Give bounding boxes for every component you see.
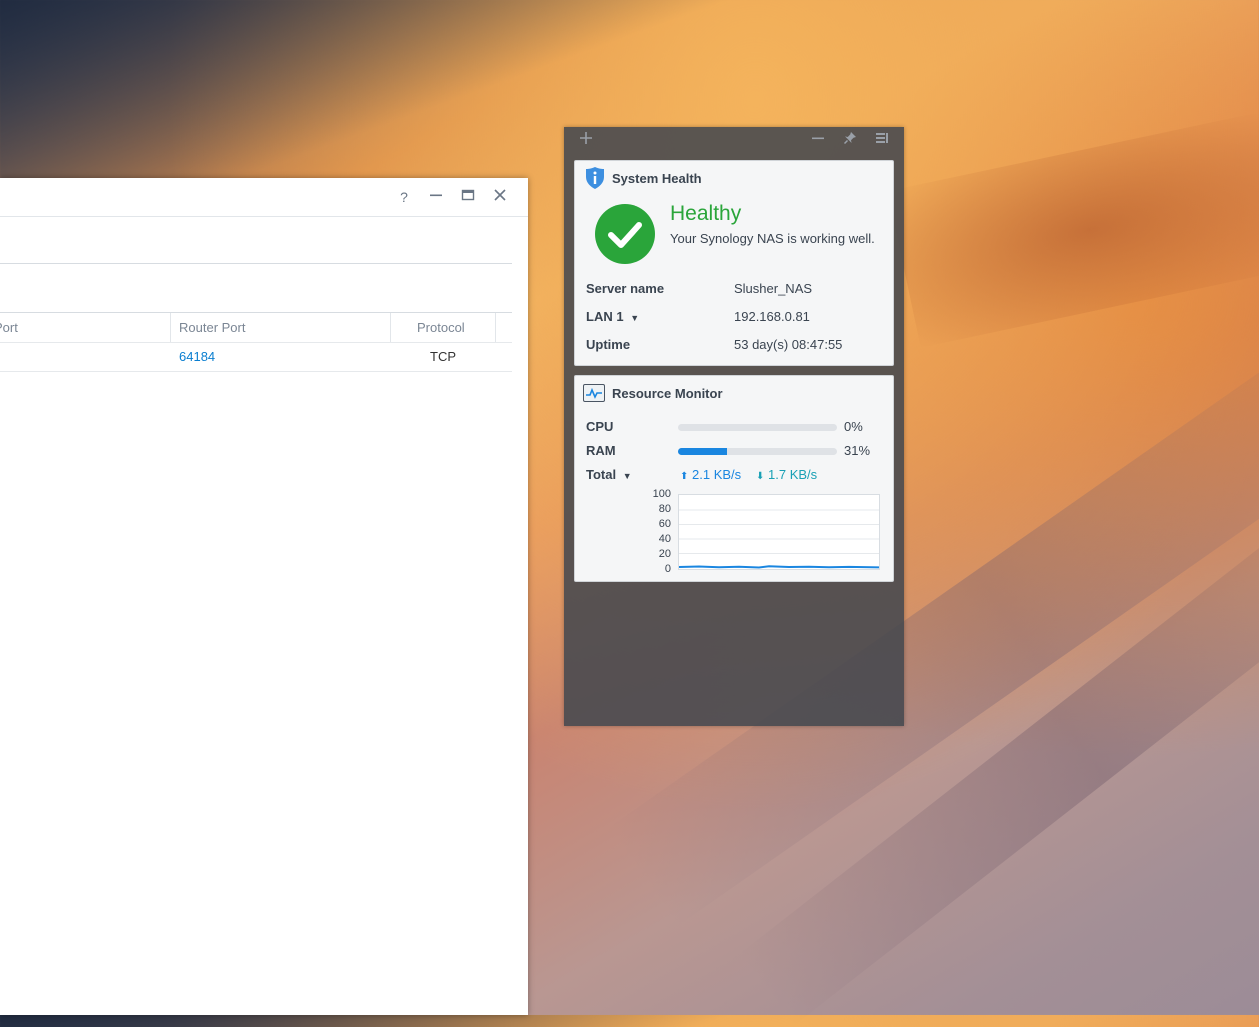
ram-bar-fill	[678, 448, 728, 455]
total-label: Total	[586, 467, 617, 482]
ram-bar	[678, 448, 837, 455]
widget-panel: System Health Healthy Your Synology NAS …	[564, 127, 904, 726]
help-icon[interactable]: ?	[394, 187, 414, 207]
health-message: Your Synology NAS is working well.	[670, 231, 875, 246]
y-tick-label: 20	[658, 548, 671, 560]
layout-icon[interactable]	[872, 131, 892, 151]
server-name-label: Server name	[586, 281, 665, 296]
server-name-value: Slusher_NAS	[734, 281, 813, 296]
toolbar	[0, 217, 512, 264]
y-tick-label: 40	[658, 533, 671, 545]
healthy-check-icon	[594, 203, 656, 270]
health-status: Healthy	[670, 202, 742, 225]
upload-arrow-icon: ⬆	[680, 471, 689, 482]
table-row[interactable]: 64184 TCP	[0, 343, 512, 372]
y-tick-label: 80	[658, 503, 671, 515]
system-health-title-bar: System Health	[575, 161, 893, 195]
uptime-value: 53 day(s) 08:47:55	[734, 337, 843, 352]
lan-dropdown[interactable]: LAN 1 ▼	[586, 309, 726, 324]
app-window: ? Port Router Port Protocol 64184 TCP	[0, 178, 528, 1015]
upload-rate: ⬆ 2.1 KB/s	[680, 467, 741, 482]
resource-monitor-title: Resource Monitor	[612, 386, 723, 401]
column-header-port[interactable]: Port	[0, 313, 18, 342]
cpu-bar	[678, 424, 837, 431]
y-tick-label: 100	[652, 488, 671, 500]
resource-monitor-title-bar: Resource Monitor	[575, 376, 893, 410]
lan-label: LAN 1	[586, 309, 624, 324]
system-health-widget: System Health Healthy Your Synology NAS …	[574, 160, 894, 366]
minimize-icon[interactable]	[808, 131, 828, 151]
resource-monitor-icon	[583, 384, 605, 405]
uptime-label: Uptime	[586, 337, 631, 352]
download-rate: ⬇ 1.7 KB/s	[756, 467, 817, 482]
cell-protocol: TCP	[430, 349, 456, 364]
network-chart	[678, 494, 880, 570]
info-shield-icon	[585, 166, 605, 193]
upload-series-line	[678, 565, 880, 569]
download-arrow-icon: ⬇	[756, 471, 765, 482]
grid-header: Port Router Port Protocol	[0, 313, 512, 343]
caret-down-icon: ▼	[630, 313, 640, 323]
cell-router-port[interactable]: 64184	[179, 343, 215, 371]
network-chart-svg	[678, 509, 880, 569]
lan-value: 192.168.0.81	[734, 309, 810, 324]
resource-monitor-widget: Resource Monitor CPU 0% RAM 31% Total ▼ …	[574, 375, 894, 582]
toolbar-secondary	[0, 264, 512, 313]
cpu-value: 0%	[844, 419, 863, 434]
upload-value: 2.1 KB/s	[692, 467, 742, 482]
download-value: 1.7 KB/s	[768, 467, 818, 482]
window-titlebar[interactable]: ?	[0, 178, 528, 217]
y-tick-label: 0	[664, 563, 671, 575]
close-icon[interactable]	[490, 187, 510, 207]
chart-y-axis: 100 80 60 40 20 0	[635, 488, 671, 578]
column-header-protocol[interactable]: Protocol	[417, 313, 465, 342]
add-icon[interactable]	[576, 131, 596, 151]
maximize-icon[interactable]	[458, 187, 478, 207]
y-tick-label: 60	[658, 518, 671, 530]
minimize-icon[interactable]	[426, 187, 446, 207]
pin-icon[interactable]	[840, 131, 860, 151]
column-header-router-port[interactable]: Router Port	[179, 313, 245, 342]
wallpaper-shadow	[887, 112, 1259, 348]
caret-down-icon: ▼	[622, 471, 632, 481]
ram-value: 31%	[844, 443, 871, 458]
system-health-title: System Health	[612, 171, 702, 186]
